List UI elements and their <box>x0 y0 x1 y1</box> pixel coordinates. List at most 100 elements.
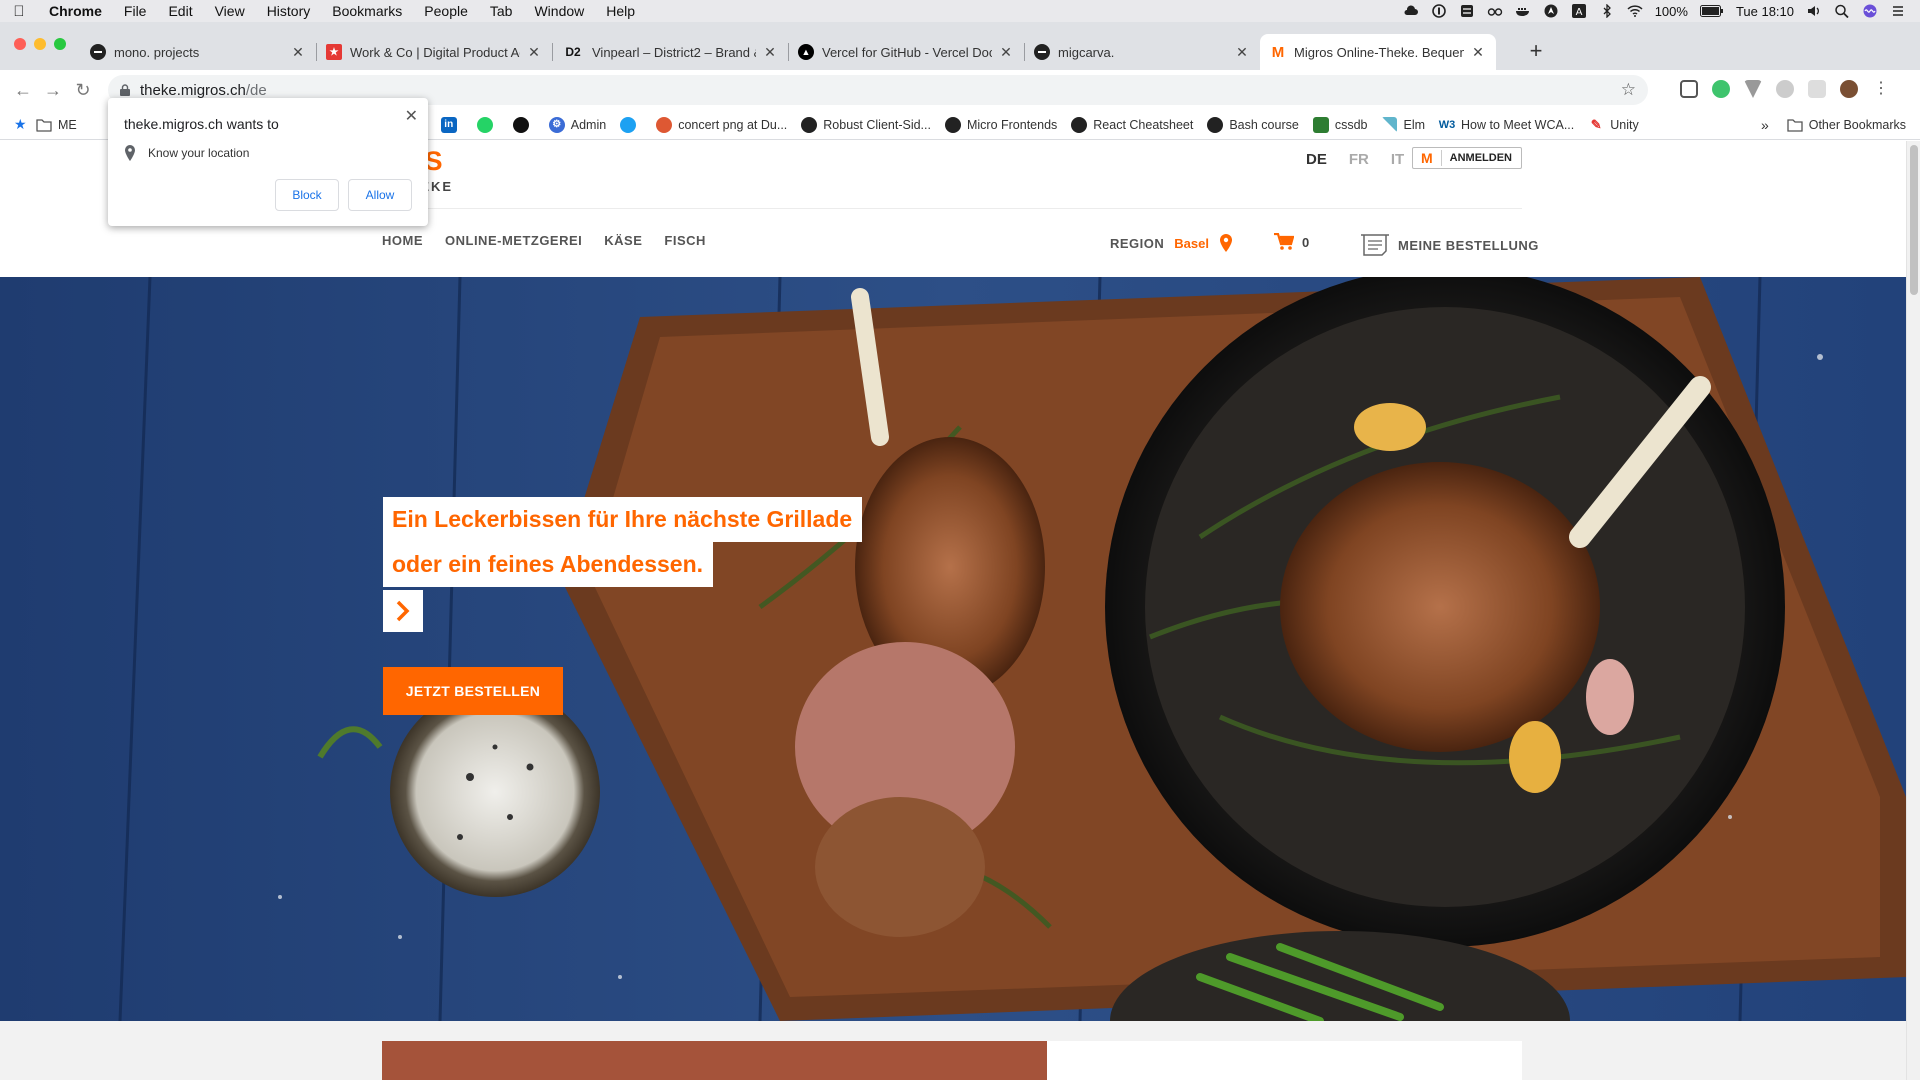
glasses-icon[interactable] <box>1487 4 1503 18</box>
bookmark-robust-client[interactable]: Robust Client-Sid... <box>801 116 931 133</box>
pocket-extension-icon[interactable] <box>1680 80 1698 98</box>
lang-de[interactable]: DE <box>1306 151 1327 168</box>
grammarly-extension-icon[interactable] <box>1712 80 1730 98</box>
menubar-clock[interactable]: Tue 18:10 <box>1736 4 1794 19</box>
bookmark-twitter[interactable] <box>620 116 642 133</box>
migros-m-icon: M <box>1413 150 1442 166</box>
order-now-button[interactable]: JETZT BESTELLEN <box>383 667 563 715</box>
bookmark-wcag[interactable]: W3 How to Meet WCA... <box>1439 117 1574 133</box>
bookmark-folder-me[interactable]: ME <box>36 117 77 133</box>
menu-history[interactable]: History <box>256 3 322 19</box>
extension-icon[interactable] <box>1776 80 1794 98</box>
close-window-button[interactable] <box>14 38 26 50</box>
profile-avatar[interactable] <box>1840 80 1858 98</box>
spotlight-search-icon[interactable] <box>1834 4 1850 18</box>
menu-edit[interactable]: Edit <box>157 3 203 19</box>
tab-close-icon[interactable]: ✕ <box>1470 44 1486 61</box>
bookmarks-more-button[interactable]: » <box>1761 117 1769 133</box>
onepassword-icon[interactable] <box>1431 4 1447 18</box>
hero-arrow-button[interactable] <box>383 590 423 632</box>
bookmark-bash-course[interactable]: Bash course <box>1207 116 1299 133</box>
tab-close-icon[interactable]: ✕ <box>290 44 306 61</box>
receipt-icon <box>1361 234 1389 256</box>
tab-vercel[interactable]: ▲ Vercel for GitHub - Vercel Docu ✕ <box>788 34 1024 70</box>
bookmark-linkedin[interactable]: in <box>440 116 463 133</box>
tab-vinpearl[interactable]: D2 Vinpearl – District2 – Brand & I ✕ <box>552 34 788 70</box>
tab-close-icon[interactable]: ✕ <box>526 44 542 61</box>
allow-button[interactable]: Allow <box>348 179 412 211</box>
tab-close-icon[interactable]: ✕ <box>1234 44 1250 61</box>
region-selector[interactable]: REGION Basel <box>1110 234 1233 252</box>
tab-migros-active[interactable]: M Migros Online-Theke. Bequem ✕ <box>1260 34 1496 70</box>
lang-fr[interactable]: FR <box>1349 151 1369 168</box>
battery-icon[interactable] <box>1699 5 1724 17</box>
bookmark-cssdb[interactable]: cssdb <box>1312 116 1367 133</box>
bookmark-duckduckgo[interactable]: concert png at Du... <box>656 116 787 133</box>
new-tab-button[interactable]: + <box>1522 38 1550 64</box>
teaser-text-card[interactable] <box>1047 1041 1522 1080</box>
letter-a-icon[interactable]: A <box>1571 4 1587 18</box>
bluetooth-icon[interactable] <box>1599 4 1615 18</box>
bookmark-elm[interactable]: Elm <box>1381 116 1425 133</box>
github-icon <box>801 116 818 133</box>
location-permission-dialog: theke.migros.ch wants to ✕ Know your loc… <box>108 98 428 226</box>
extension-icon[interactable] <box>1808 80 1826 98</box>
back-arrow-icon[interactable]: ← <box>8 80 38 101</box>
tab-migcarva[interactable]: migcarva. ✕ <box>1024 34 1260 70</box>
reload-icon[interactable]: ↻ <box>68 80 98 101</box>
scrollbar-thumb[interactable] <box>1910 145 1918 295</box>
bookmark-unity[interactable]: ✎ Unity <box>1588 117 1639 133</box>
bookmark-dark[interactable] <box>512 116 535 133</box>
cart-button[interactable]: 0 <box>1274 233 1309 251</box>
forward-arrow-icon[interactable]: → <box>38 80 68 101</box>
nav-home[interactable]: HOME <box>382 233 423 248</box>
bookmark-label: Unity <box>1610 117 1639 132</box>
menu-help[interactable]: Help <box>595 3 646 19</box>
other-bookmarks-button[interactable]: Other Bookmarks <box>1809 118 1906 132</box>
minimize-window-button[interactable] <box>34 38 46 50</box>
menu-file[interactable]: File <box>113 3 158 19</box>
grid-menu-icon[interactable] <box>1459 4 1475 18</box>
tab-mono-projects[interactable]: mono. projects ✕ <box>80 34 316 70</box>
nav-fisch[interactable]: FISCH <box>664 233 706 248</box>
zoom-window-button[interactable] <box>54 38 66 50</box>
navigation-icon[interactable] <box>1543 4 1559 18</box>
menu-view[interactable]: View <box>204 3 256 19</box>
tab-workco[interactable]: ★ Work & Co | Digital Product Ag ✕ <box>316 34 552 70</box>
close-icon[interactable]: ✕ <box>405 106 418 126</box>
block-button[interactable]: Block <box>275 179 339 211</box>
bookmark-admin[interactable]: ⚙ Admin <box>548 116 606 133</box>
bookmark-star-icon[interactable]: ☆ <box>1621 80 1636 100</box>
siri-icon[interactable] <box>1862 4 1878 18</box>
bookmark-micro-frontends[interactable]: Micro Frontends <box>944 116 1057 133</box>
nav-kaese[interactable]: KÄSE <box>604 233 642 248</box>
page-scrollbar[interactable] <box>1906 141 1920 1080</box>
menu-people[interactable]: People <box>413 3 479 19</box>
notification-center-icon[interactable] <box>1890 4 1906 18</box>
menu-bookmarks[interactable]: Bookmarks <box>321 3 413 19</box>
bookmark-whatsapp[interactable] <box>476 116 499 133</box>
bookmark-label: Bash course <box>1229 117 1299 132</box>
lock-icon[interactable] <box>120 84 130 96</box>
apple-menu-icon[interactable]:  <box>0 3 38 20</box>
tab-close-icon[interactable]: ✕ <box>998 44 1014 61</box>
docker-icon[interactable] <box>1515 4 1531 18</box>
login-button[interactable]: M ANMELDEN <box>1412 147 1522 169</box>
lang-it[interactable]: IT <box>1391 151 1404 168</box>
my-order-button[interactable]: MEINE BESTELLUNG <box>1360 233 1539 257</box>
bookmark-react-cheatsheet[interactable]: React Cheatsheet <box>1071 116 1193 133</box>
volume-icon[interactable] <box>1806 4 1822 18</box>
vue-devtools-extension-icon[interactable] <box>1744 80 1762 98</box>
cloud-icon[interactable] <box>1403 4 1419 18</box>
tab-close-icon[interactable]: ✕ <box>762 44 778 61</box>
menu-tab[interactable]: Tab <box>479 3 524 19</box>
chrome-menu-icon[interactable]: ⋮ <box>1872 80 1890 98</box>
menu-window[interactable]: Window <box>523 3 595 19</box>
nav-online-metzgerei[interactable]: ONLINE-METZGEREI <box>445 233 582 248</box>
folder-icon <box>1787 118 1803 132</box>
teaser-image[interactable] <box>382 1041 1047 1080</box>
wifi-icon[interactable] <box>1627 4 1643 18</box>
menu-app-name[interactable]: Chrome <box>38 3 113 19</box>
apps-star-icon[interactable]: ★ <box>14 116 28 133</box>
w3-icon: W3 <box>1438 118 1456 131</box>
